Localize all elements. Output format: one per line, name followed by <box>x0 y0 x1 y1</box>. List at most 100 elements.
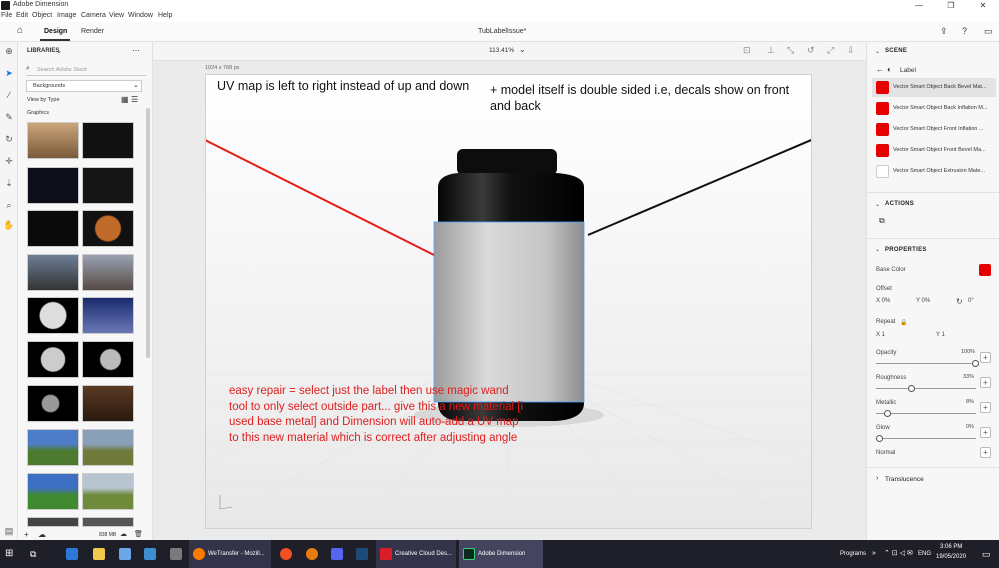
thumbnail[interactable] <box>27 429 79 466</box>
grid-view-icon[interactable]: ▦ <box>121 95 129 104</box>
thumbnail[interactable] <box>82 167 134 204</box>
menu-file[interactable]: File <box>1 12 12 19</box>
programs-toolbar[interactable]: Programs <box>840 540 866 568</box>
normal-add-button[interactable]: + <box>980 447 991 458</box>
task-view-icon[interactable]: ⧉ <box>30 540 36 568</box>
thumbnail[interactable] <box>27 297 79 334</box>
thumbnail[interactable] <box>82 385 134 422</box>
app-icon[interactable] <box>356 548 368 560</box>
blender-icon[interactable] <box>306 548 318 560</box>
edge-icon[interactable] <box>66 548 78 560</box>
thumbnail[interactable] <box>82 517 134 527</box>
scale-icon[interactable]: ⤢ <box>827 45 834 56</box>
clock-date[interactable]: 19/05/2020 <box>936 554 966 560</box>
rotate-icon[interactable]: ↺ <box>807 45 815 56</box>
thumbnail[interactable] <box>82 122 134 159</box>
close-button[interactable]: ✕ <box>968 0 998 11</box>
mail-icon[interactable] <box>144 548 156 560</box>
menu-object[interactable]: Object <box>32 12 52 19</box>
roughness-slider-knob[interactable] <box>907 385 915 392</box>
zoom-level[interactable]: 113.41% <box>489 47 514 54</box>
3d-viewport[interactable]: UV map is left to right instead of up an… <box>205 74 812 529</box>
material-item[interactable]: Vector Smart Object Front Inflation ... <box>872 120 996 139</box>
chevron-up-icon[interactable]: » <box>872 540 876 568</box>
offset-y[interactable]: Y 0% <box>916 298 930 304</box>
app-icon[interactable] <box>170 548 182 560</box>
properties-header[interactable]: PROPERTIES <box>885 247 927 253</box>
thumbnail[interactable] <box>27 210 79 247</box>
help-icon[interactable]: ? <box>962 26 967 36</box>
trash-icon[interactable]: 🗑 <box>134 530 143 538</box>
zoom-icon[interactable]: ⌕ <box>2 198 16 212</box>
action-icon[interactable]: ⧉ <box>879 216 885 226</box>
list-view-icon[interactable]: ☰ <box>131 95 138 104</box>
clock-time[interactable]: 3:06 PM <box>940 544 962 550</box>
dolly-icon[interactable]: ⇣ <box>2 176 16 190</box>
repeat-x[interactable]: X 1 <box>876 332 885 338</box>
windows-start-icon[interactable]: ⊞ <box>5 540 13 568</box>
chevron-right-icon[interactable]: › <box>876 475 878 482</box>
glow-slider[interactable] <box>876 438 976 439</box>
libraries-title[interactable]: LIBRARIES <box>27 48 59 54</box>
metallic-slider-knob[interactable] <box>883 410 891 417</box>
taskbar-item-dimension[interactable]: Adobe Dimension <box>459 540 543 568</box>
chevron-down-icon[interactable]: ⌄ <box>56 47 62 55</box>
menu-window[interactable]: Window <box>128 12 153 19</box>
actions-header[interactable]: ACTIONS <box>885 201 914 207</box>
thumbnail[interactable] <box>82 473 134 510</box>
thumbnail[interactable] <box>82 297 134 334</box>
layers-icon[interactable]: ▤ <box>2 524 16 538</box>
thumbnail[interactable] <box>82 210 134 247</box>
language-indicator[interactable]: ENG <box>918 540 931 568</box>
move-icon[interactable]: ⤡ <box>787 45 794 56</box>
thumbnail[interactable] <box>27 385 79 422</box>
material-item[interactable]: Vector Smart Object Front Bevel Ma... <box>872 141 996 160</box>
roughness-add-button[interactable]: + <box>980 377 991 388</box>
home-icon[interactable]: ⌂ <box>17 25 23 36</box>
discord-icon[interactable] <box>331 548 343 560</box>
repeat-y[interactable]: Y 1 <box>936 332 945 338</box>
menu-camera[interactable]: Camera <box>81 12 106 19</box>
drop-icon[interactable]: ⇩ <box>847 45 855 56</box>
lock-icon[interactable]: 🔒 <box>900 319 907 326</box>
chevron-down-icon[interactable]: ⌄ <box>875 246 880 253</box>
scrollbar[interactable] <box>146 108 150 358</box>
menu-image[interactable]: Image <box>57 12 76 19</box>
search-input[interactable]: ⌕ Search Adobe Stock <box>26 64 146 76</box>
roughness-slider[interactable] <box>876 388 976 389</box>
tray-icons[interactable]: ⌃ ⊡ ◁ ✉ <box>884 540 913 568</box>
material-item[interactable]: Vector Smart Object Extrusion Mate... <box>872 162 996 181</box>
chevron-down-icon[interactable]: ⌄ <box>875 48 880 55</box>
sample-tool-icon[interactable]: ✎ <box>2 110 16 124</box>
feedback-icon[interactable]: ▭ <box>984 26 993 37</box>
orbit-icon[interactable]: ↻ <box>2 132 16 146</box>
minimize-button[interactable]: — <box>904 0 934 11</box>
brave-icon[interactable] <box>280 548 292 560</box>
maximize-button[interactable]: ❐ <box>936 0 966 11</box>
translucence-section[interactable]: Translucence <box>885 476 924 483</box>
hand-icon[interactable]: ✋ <box>2 218 16 232</box>
add-icon[interactable]: ⊕ <box>2 44 16 58</box>
cloud-icon[interactable]: ☁ <box>38 530 46 539</box>
library-dropdown[interactable]: Backgrounds ⌄ <box>26 80 142 92</box>
menu-view[interactable]: View <box>109 12 124 19</box>
tab-render[interactable]: Render <box>81 28 104 35</box>
material-item[interactable]: Vector Smart Object Back Inflation M... <box>872 99 996 118</box>
menu-help[interactable]: Help <box>158 12 172 19</box>
select-tool-icon[interactable]: ➤ <box>2 66 16 80</box>
chevron-down-icon[interactable]: ⌄ <box>875 201 880 208</box>
offset-rotation[interactable]: 0° <box>968 298 974 304</box>
view-by-type[interactable]: View by Type <box>27 97 60 103</box>
taskbar-item-creative-cloud[interactable]: Creative Cloud Des... <box>376 540 456 568</box>
thumbnail[interactable] <box>82 254 134 291</box>
material-item[interactable]: Vector Smart Object Back Bevel Mat... <box>872 78 996 97</box>
metallic-slider[interactable] <box>876 413 976 414</box>
graphics-section[interactable]: Graphics <box>27 110 49 116</box>
align-icon[interactable]: ⊥ <box>767 45 775 56</box>
tab-design[interactable]: Design <box>44 28 67 35</box>
glow-add-button[interactable]: + <box>980 427 991 438</box>
notification-icon[interactable]: ▭ <box>982 540 991 568</box>
metallic-add-button[interactable]: + <box>980 402 991 413</box>
pan-icon[interactable]: ✛ <box>2 154 16 168</box>
base-color-swatch[interactable] <box>979 264 991 276</box>
